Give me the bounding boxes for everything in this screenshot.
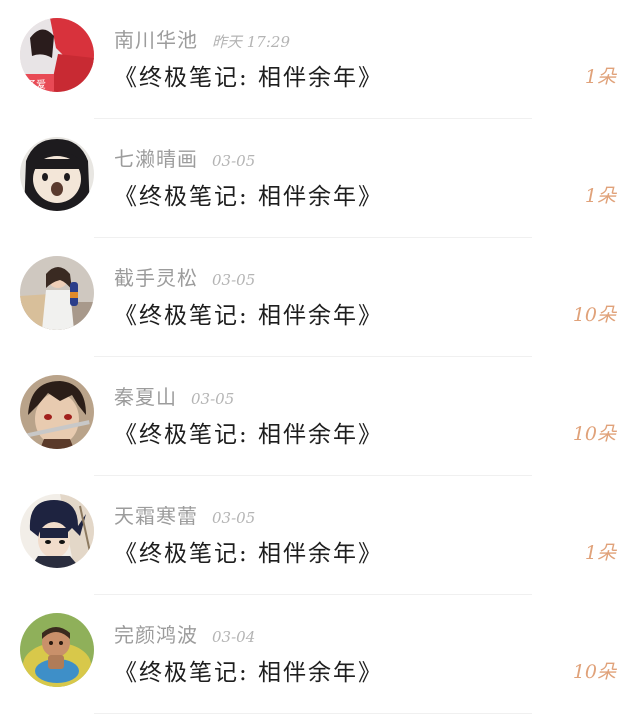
flower-count: 10朵: [572, 304, 616, 326]
username[interactable]: 完颜鸿波: [114, 623, 198, 647]
avatar[interactable]: [20, 494, 94, 568]
list-item[interactable]: 天霜寒蕾 03-05 《终极笔记: 相伴余年》 1朵: [0, 476, 640, 595]
avatar[interactable]: 了爱: [20, 18, 94, 92]
item-meta: 完颜鸿波 03-04: [114, 619, 255, 647]
flower-count: 1朵: [584, 185, 616, 207]
book-title: 《终极笔记: 相伴余年》: [114, 184, 384, 210]
book-title: 《终极笔记: 相伴余年》: [114, 660, 384, 686]
timestamp: 03-05: [212, 271, 256, 289]
book-title: 《终极笔记: 相伴余年》: [114, 65, 384, 91]
timestamp: 03-05: [212, 509, 256, 527]
flower-count: 10朵: [572, 661, 616, 683]
timestamp: 03-05: [191, 390, 235, 408]
book-title: 《终极笔记: 相伴余年》: [114, 422, 384, 448]
timestamp: 昨天 17:29: [212, 33, 290, 51]
avatar[interactable]: [20, 137, 94, 211]
avatar[interactable]: [20, 256, 94, 330]
timestamp: 03-05: [212, 152, 256, 170]
item-meta: 南川华池 昨天 17:29: [114, 24, 290, 52]
avatar-photo-girl-red-icon: 了爱: [20, 18, 94, 92]
flower-count: 1朵: [584, 66, 616, 88]
avatar-anime-ninja-icon: [20, 494, 94, 568]
item-meta: 天霜寒蕾 03-05: [114, 500, 255, 528]
row-divider: [94, 713, 532, 714]
list-item[interactable]: 了爱 南川华池 昨天 17:29 《终极笔记: 相伴余年》 1朵: [0, 0, 640, 119]
item-meta: 截手灵松 03-05: [114, 262, 255, 290]
avatar-anime-swordsman-icon: [20, 375, 94, 449]
timestamp: 03-04: [212, 628, 256, 646]
username[interactable]: 七濑晴画: [114, 147, 198, 171]
gift-list: 了爱 南川华池 昨天 17:29 《终极笔记: 相伴余年》 1朵 七濑晴画 03-0…: [0, 0, 640, 715]
avatar-photo-girl-bottle-icon: [20, 256, 94, 330]
item-meta: 七濑晴画 03-05: [114, 143, 255, 171]
avatar[interactable]: [20, 375, 94, 449]
username[interactable]: 南川华池: [114, 28, 198, 52]
username[interactable]: 天霜寒蕾: [114, 504, 198, 528]
avatar-cartoon-girl-icon: [20, 137, 94, 211]
list-item[interactable]: 七濑晴画 03-05 《终极笔记: 相伴余年》 1朵: [0, 119, 640, 238]
avatar[interactable]: [20, 613, 94, 687]
list-item[interactable]: 截手灵松 03-05 《终极笔记: 相伴余年》 10朵: [0, 238, 640, 357]
username[interactable]: 截手灵松: [114, 266, 198, 290]
list-item[interactable]: 完颜鸿波 03-04 《终极笔记: 相伴余年》 10朵: [0, 595, 640, 714]
book-title: 《终极笔记: 相伴余年》: [114, 303, 384, 329]
flower-count: 1朵: [584, 542, 616, 564]
avatar-photo-baby-icon: [20, 613, 94, 687]
flower-count: 10朵: [572, 423, 616, 445]
item-meta: 秦夏山 03-05: [114, 381, 234, 409]
username[interactable]: 秦夏山: [114, 385, 177, 409]
list-item[interactable]: 秦夏山 03-05 《终极笔记: 相伴余年》 10朵: [0, 357, 640, 476]
book-title: 《终极笔记: 相伴余年》: [114, 541, 384, 567]
svg-text:了爱: 了爱: [26, 78, 46, 91]
